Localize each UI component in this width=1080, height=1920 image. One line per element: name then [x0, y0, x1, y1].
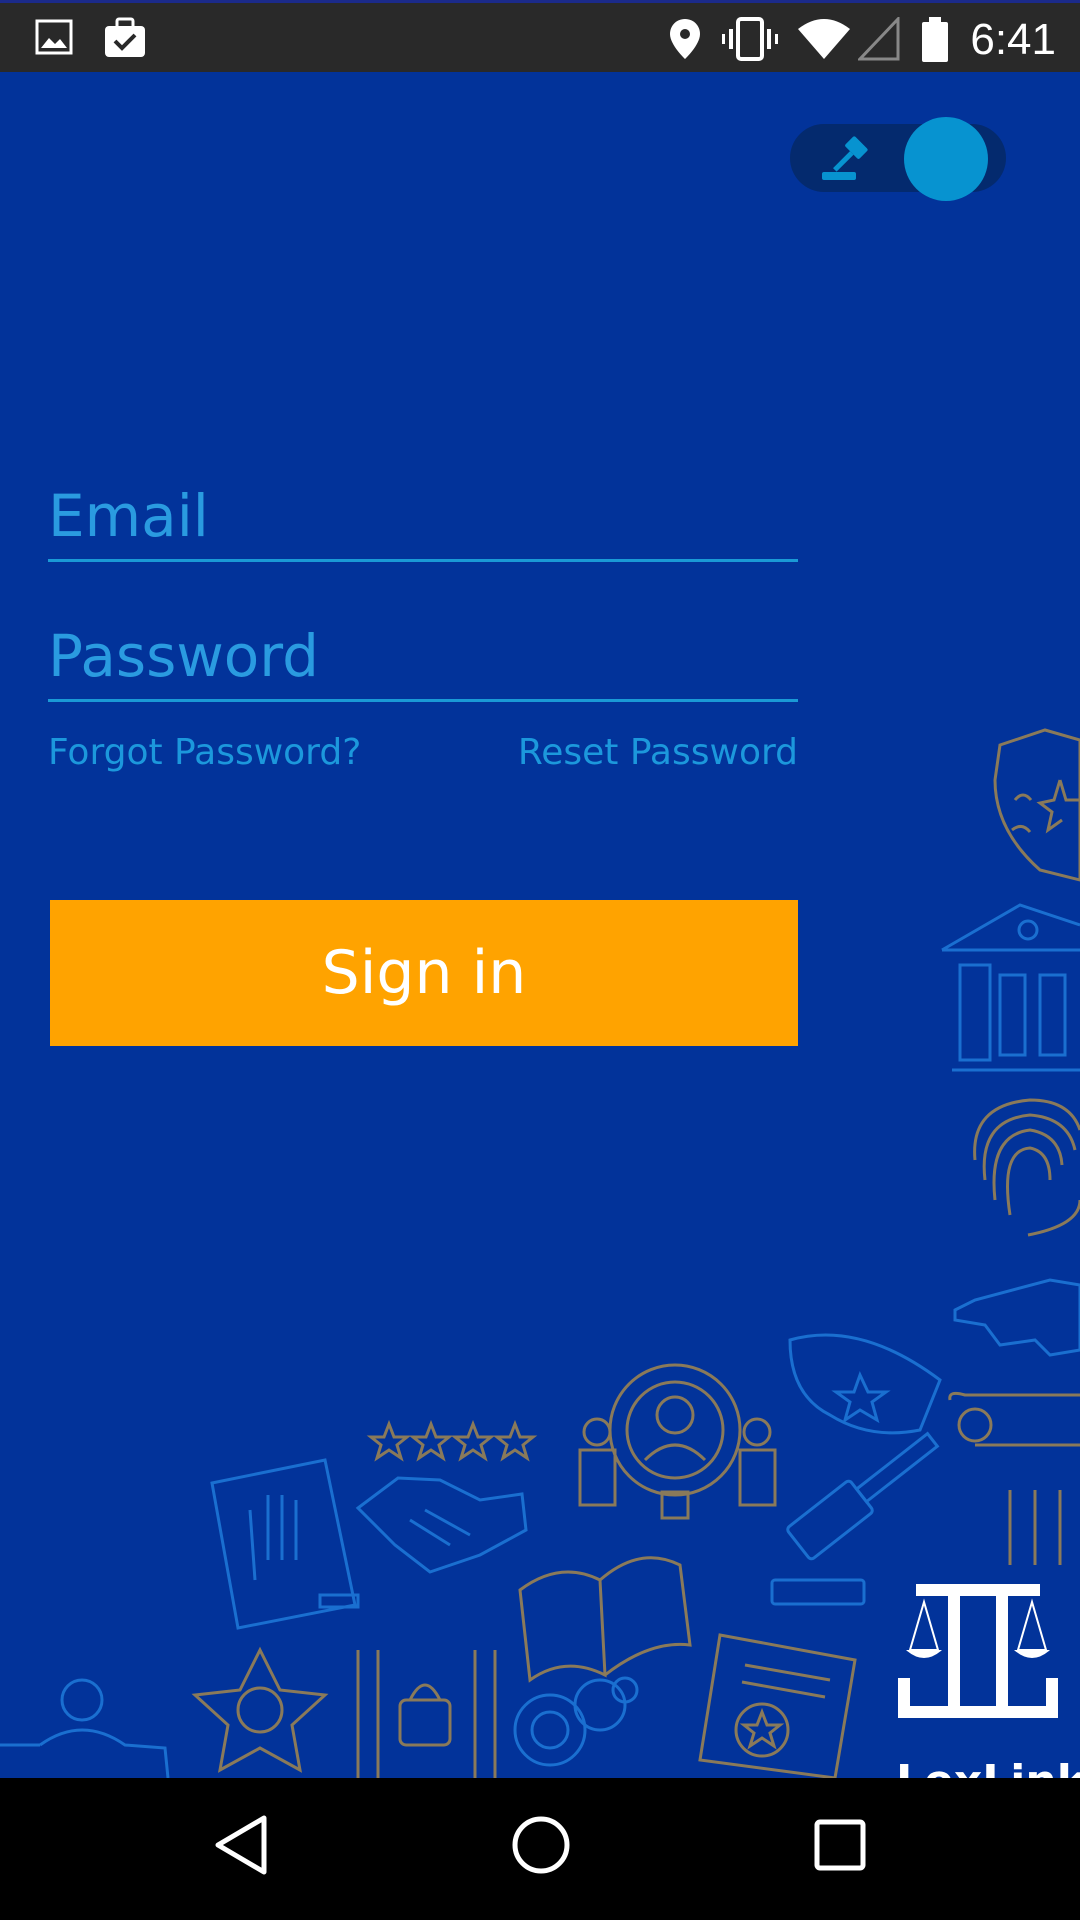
back-icon[interactable] [212, 1814, 270, 1880]
police-badge-icon [993, 728, 1080, 882]
open-book-icon [518, 1556, 692, 1683]
navigation-bar [0, 1778, 1080, 1920]
mode-toggle[interactable] [790, 117, 1006, 201]
briefcase-check-icon [102, 17, 148, 63]
location-icon [668, 17, 702, 65]
status-time: 6:41 [970, 15, 1056, 64]
sheriff-star-icon [191, 1646, 329, 1773]
gavel-illustration-icon [770, 1431, 940, 1606]
login-screen: 6:41 Forgot Password? Reset Password Sig… [0, 0, 1080, 1920]
gallery-icon [34, 17, 74, 61]
wifi-icon [796, 17, 852, 65]
jail-icon [356, 1650, 497, 1778]
home-icon[interactable] [510, 1814, 572, 1880]
gavel-icon [820, 132, 876, 188]
email-field[interactable] [48, 472, 798, 562]
five-stars-icon [366, 1419, 538, 1462]
cell-signal-icon [856, 15, 900, 65]
candidate-search-icon [578, 1363, 777, 1520]
battery-icon [920, 17, 950, 67]
oath-book-icon [210, 1458, 360, 1630]
status-bar: 6:41 [0, 0, 1080, 72]
vibrate-icon [722, 17, 778, 65]
handshake-icon [355, 1476, 528, 1574]
speaker-podium-icon [0, 1678, 170, 1778]
handcuffs-icon [513, 1676, 639, 1767]
column-icon [948, 1391, 1080, 1565]
recents-icon[interactable] [812, 1814, 868, 1880]
certificate-icon [698, 1633, 857, 1778]
gun-icon [953, 1278, 1080, 1357]
lexlink-logo-icon [898, 1584, 1058, 1718]
police-hat-icon [788, 1333, 942, 1435]
toggle-knob[interactable] [904, 117, 988, 201]
courthouse-icon [941, 903, 1080, 1072]
password-field[interactable] [48, 612, 798, 702]
fingerprint-icon [973, 1098, 1080, 1237]
